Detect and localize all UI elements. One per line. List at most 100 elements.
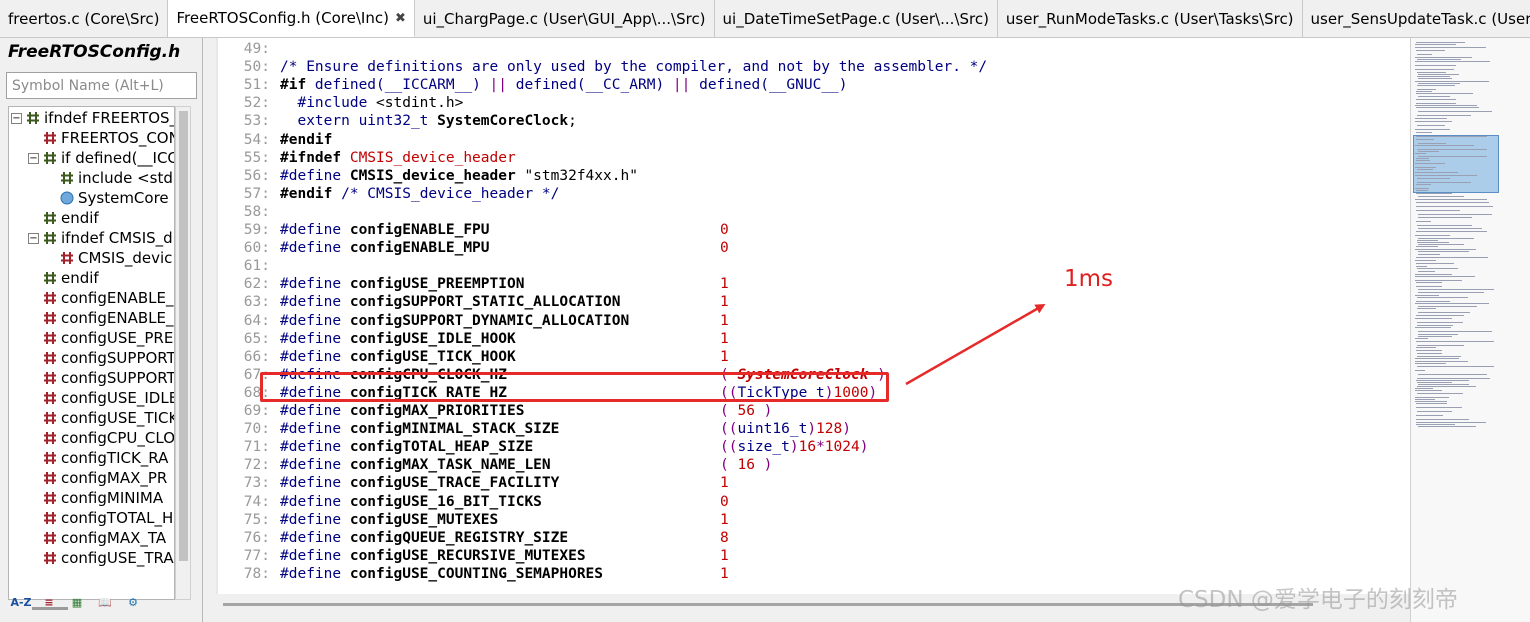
code-line[interactable]: 57: #endif /* CMSIS_device_header */ [216, 185, 1410, 203]
code-token: #define [280, 403, 350, 419]
minimap-line [1415, 167, 1436, 168]
code-line[interactable]: 65: #define configUSE_IDLE_HOOK 1 [216, 330, 1410, 348]
symbol-tree-item[interactable]: configMINIMA [42, 488, 163, 508]
symbol-tree-item[interactable]: configMAX_PR [42, 468, 167, 488]
symbol-tree-item[interactable]: configTOTAL_H [42, 508, 173, 528]
code-line[interactable]: 52: #include <stdint.h> [216, 94, 1410, 112]
symbol-tree-item[interactable]: endif [42, 268, 99, 288]
symbol-tree-item[interactable]: CMSIS_devic [59, 248, 172, 268]
minimap-line [1417, 393, 1463, 394]
define-icon [42, 430, 58, 446]
symbol-tree-item[interactable]: configUSE_PRE [42, 328, 173, 348]
minimap-line [1415, 399, 1435, 400]
symbol-tree-item[interactable]: configENABLE_ [42, 288, 174, 308]
symbol-tree-item[interactable]: configUSE_TRA [42, 548, 174, 568]
symbol-tree-label: FREERTOS_CON [61, 129, 175, 147]
category-view-icon[interactable]: ▦ [66, 591, 88, 613]
symbol-tree-item[interactable]: configCPU_CLO [42, 428, 174, 448]
symbol-tree-item[interactable]: − if defined(__ICC [28, 148, 174, 168]
code-line[interactable]: 76: #define configQUEUE_REGISTRY_SIZE 8 [216, 529, 1410, 547]
collapse-icon[interactable]: − [11, 112, 22, 124]
settings-icon[interactable]: ⚙ [122, 591, 144, 613]
code-line[interactable]: 50: /* Ensure definitions are only used b… [216, 58, 1410, 76]
minimap-line [1416, 350, 1442, 351]
tab-2[interactable]: ui_ChargPage.c (User\GUI_App\...\Src) [415, 0, 715, 37]
scrollbar-thumb[interactable] [179, 111, 188, 561]
symbol-search-input[interactable] [6, 72, 197, 99]
close-icon[interactable]: ✖ [395, 11, 406, 26]
minimap-line [1416, 407, 1462, 408]
line-number: 63: [243, 294, 270, 311]
define-icon [59, 250, 75, 266]
code-token: configUSE_RECURSIVE_MUTEXES [349, 547, 586, 564]
line-number: 55: [243, 149, 270, 166]
code-minimap[interactable] [1410, 38, 1530, 622]
code-token: configENABLE_MPU [349, 240, 490, 257]
code-line[interactable]: 72: #define configMAX_TASK_NAME_LEN ( 16 ) [216, 456, 1410, 474]
scrollbar-thumb[interactable] [223, 603, 1313, 606]
code-line[interactable]: 75: #define configUSE_MUTEXES 1 [216, 511, 1410, 529]
book-icon[interactable]: 📖 [94, 591, 116, 613]
code-line[interactable]: 66: #define configUSE_TICK_HOOK 1 [216, 348, 1410, 366]
code-token: extern [280, 113, 359, 130]
symbol-tree-item[interactable]: configENABLE_ [42, 308, 174, 328]
symbol-tree-item[interactable]: configSUPPORT [42, 348, 174, 368]
symbol-tree-item[interactable]: configTICK_RA [42, 448, 168, 468]
symbol-tree-item[interactable]: − ifndef FREERTOS_ [11, 108, 175, 128]
minimap-line [1417, 382, 1452, 383]
tab-1[interactable]: FreeRTOSConfig.h (Core\Inc) ✖ [168, 0, 415, 37]
symbol-tree-item[interactable]: configUSE_TICK [42, 408, 175, 428]
code-line[interactable]: 74: #define configUSE_16_BIT_TICKS 0 [216, 493, 1410, 511]
symbol-tree-item[interactable]: endif [42, 208, 99, 228]
tab-0[interactable]: freertos.c (Core\Src) [0, 0, 169, 37]
symbol-tree-label: configUSE_TICK [61, 409, 175, 427]
code-token: ( [720, 457, 738, 474]
symbol-tree-label: configMAX_TA [61, 529, 167, 547]
collapse-icon[interactable]: − [28, 232, 39, 244]
code-line[interactable]: 71: #define configTOTAL_HEAP_SIZE ((size_t… [216, 438, 1410, 456]
minimap-line [1417, 345, 1464, 346]
minimap-line [1418, 331, 1492, 332]
code-token: (( [720, 439, 738, 456]
code-line[interactable]: 51: #if defined(__ICCARM__) || defined(__… [216, 76, 1410, 94]
symbol-tree-item[interactable]: configUSE_IDLE [42, 388, 174, 408]
code-editor[interactable]: 49: 50: /* Ensure definitions are only use… [216, 38, 1410, 594]
list-view-icon[interactable]: ≡ [38, 591, 60, 613]
code-line[interactable]: 56: #define CMSIS_device_header "stm32f4x… [216, 167, 1410, 185]
code-line[interactable]: 54: #endif [216, 131, 1410, 149]
symbol-tree-item[interactable]: configMAX_TA [42, 528, 166, 548]
symbol-tree-label: ifndef FREERTOS_ [44, 109, 175, 127]
code-line[interactable]: 61: [216, 257, 1410, 275]
code-line[interactable]: 58: [216, 203, 1410, 221]
code-line[interactable]: 73: #define configUSE_TRACE_FACILITY 1 [216, 474, 1410, 492]
collapse-icon[interactable]: − [28, 152, 39, 164]
code-line[interactable]: 64: #define configSUPPORT_DYNAMIC_ALLOCAT… [216, 312, 1410, 330]
minimap-line [1416, 107, 1479, 108]
symbol-tree-item[interactable]: FREERTOS_CON [42, 128, 175, 148]
code-line[interactable]: 55: #ifndef CMSIS_device_header [216, 149, 1410, 167]
code-text: #define CMSIS_device_header "stm32f4xx.h… [280, 167, 638, 185]
code-token: __ICCARM__ [384, 77, 473, 94]
symbol-tree-item[interactable]: configSUPPORT [42, 368, 174, 388]
code-line[interactable]: 77: #define configUSE_RECURSIVE_MUTEXES 1 [216, 547, 1410, 565]
code-token: configSUPPORT_DYNAMIC_ALLOCATION [349, 312, 630, 329]
code-line[interactable]: 60: #define configENABLE_MPU 0 [216, 239, 1410, 257]
code-line[interactable]: 70: #define configMINIMAL_STACK_SIZE ((uin… [216, 420, 1410, 438]
code-line[interactable]: 63: #define configSUPPORT_STATIC_ALLOCATI… [216, 293, 1410, 311]
symbol-tree-item[interactable]: include <std [59, 168, 173, 188]
code-line[interactable]: 69: #define configMAX_PRIORITIES ( 56 ) [216, 402, 1410, 420]
code-line[interactable]: 62: #define configUSE_PREEMPTION 1 [216, 275, 1410, 293]
symbol-tree-label: endif [61, 269, 99, 287]
sort-az-icon[interactable]: A-Z [10, 591, 32, 613]
tab-5[interactable]: user_SensUpdateTask.c (User\ [1303, 0, 1530, 37]
tab-3[interactable]: ui_DateTimeSetPage.c (User\...\Src) [715, 0, 998, 37]
code-line[interactable]: 53: extern uint32_t SystemCoreClock; [216, 112, 1410, 130]
symbol-tree-item[interactable]: SystemCore [59, 188, 169, 208]
symbol-tree-item[interactable]: − ifndef CMSIS_d [28, 228, 173, 248]
code-token: ) [838, 77, 848, 94]
symbol-tree-vertical-scrollbar[interactable] [175, 106, 191, 600]
tab-4[interactable]: user_RunModeTasks.c (User\Tasks\Src) [998, 0, 1303, 37]
code-line[interactable]: 59: #define configENABLE_FPU 0 [216, 221, 1410, 239]
minimap-line [1417, 182, 1471, 183]
code-line[interactable]: 49: [216, 40, 1410, 58]
